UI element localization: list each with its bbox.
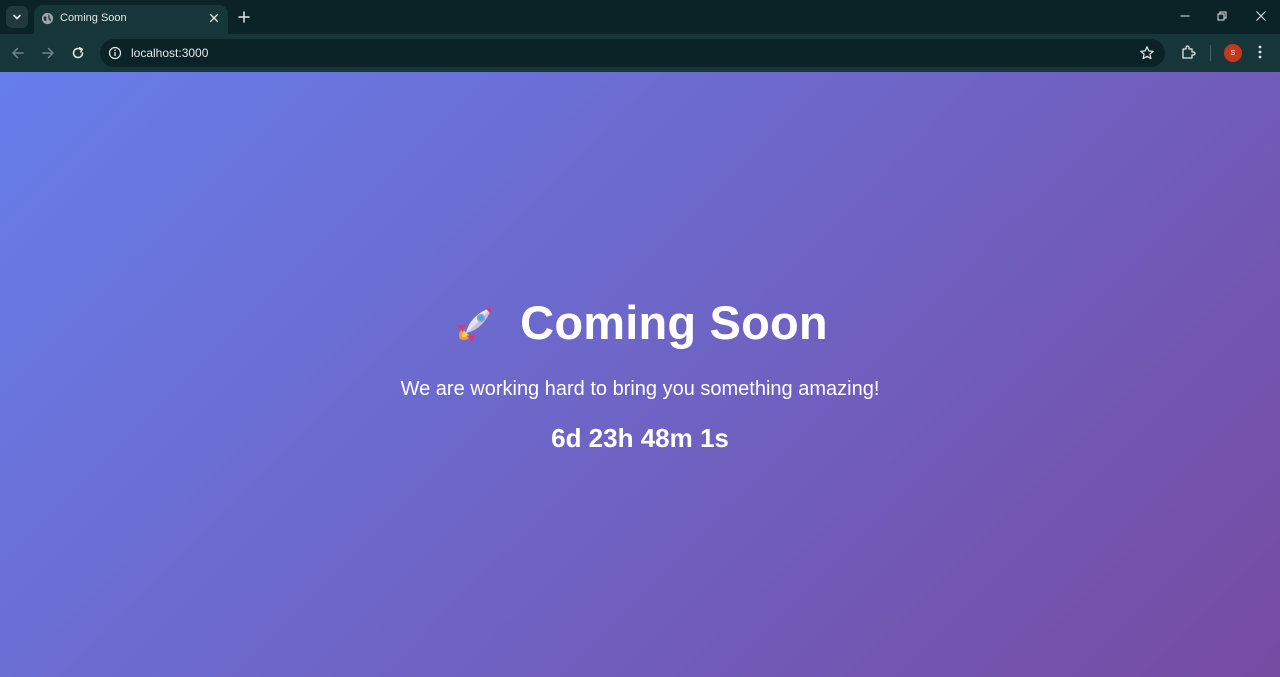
rocket-icon — [458, 306, 493, 341]
minimize-icon — [1180, 15, 1190, 17]
new-tab-button[interactable] — [235, 8, 253, 26]
globe-icon — [41, 12, 54, 25]
kebab-menu-icon — [1258, 45, 1262, 59]
restore-button[interactable] — [1209, 6, 1235, 26]
restore-icon — [1217, 11, 1227, 21]
tab-title: Coming Soon — [60, 12, 127, 24]
back-button[interactable] — [8, 43, 28, 63]
page-subtitle: We are working hard to bring you somethi… — [400, 378, 880, 400]
address-bar[interactable]: localhost:3000 — [100, 39, 1165, 67]
close-icon — [1256, 11, 1266, 21]
active-tab[interactable]: Coming Soon — [34, 5, 228, 34]
bookmark-star-icon[interactable] — [1139, 45, 1155, 61]
arrow-left-icon — [12, 47, 24, 59]
forward-button[interactable] — [38, 43, 58, 63]
browser-menu-button[interactable] — [1254, 43, 1266, 61]
coming-soon-container: Coming Soon We are working hard to bring… — [0, 72, 1280, 677]
toolbar-divider — [1210, 45, 1211, 61]
tab-close-button[interactable] — [206, 10, 222, 26]
minimize-button[interactable] — [1172, 6, 1198, 26]
page-viewport: Coming Soon We are working hard to bring… — [0, 72, 1280, 677]
arrow-right-icon — [42, 47, 54, 59]
chevron-down-icon — [13, 14, 21, 20]
extensions-puzzle-icon[interactable] — [1180, 43, 1198, 61]
tab-strip: Coming Soon — [0, 0, 1280, 34]
url-text[interactable]: localhost:3000 — [131, 46, 208, 60]
close-icon — [209, 13, 219, 23]
tab-search-button[interactable] — [6, 6, 28, 28]
profile-avatar[interactable]: S — [1224, 44, 1242, 62]
page-title: Coming Soon — [520, 296, 828, 349]
reload-button[interactable] — [68, 43, 88, 63]
close-window-button[interactable] — [1248, 6, 1274, 26]
reload-icon — [72, 47, 84, 59]
headline: Coming Soon — [452, 295, 828, 350]
countdown-timer: 6d 23h 48m 1s — [551, 423, 729, 453]
plus-icon — [238, 11, 250, 23]
info-icon[interactable] — [108, 46, 122, 60]
browser-toolbar: localhost:3000 S — [0, 34, 1280, 72]
